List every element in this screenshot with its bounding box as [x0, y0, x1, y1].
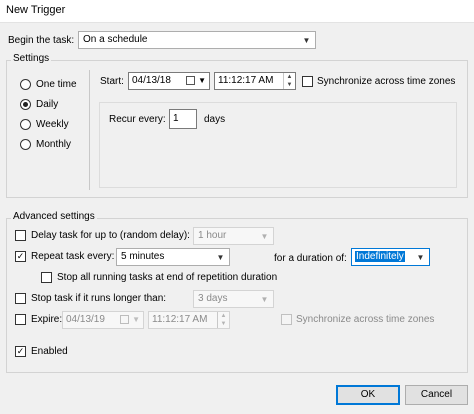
radio-daily-label[interactable]: Daily [36, 99, 58, 111]
title-bar: New Trigger [0, 0, 474, 23]
duration-select[interactable]: Indefinitely ▼ [351, 248, 430, 266]
recur-unit: days [204, 114, 226, 125]
delay-label[interactable]: Delay task for up to (random delay): [31, 230, 190, 242]
delay-value: 1 hour [198, 230, 227, 241]
expire-sync-label[interactable]: Synchronize across time zones [296, 314, 434, 326]
calendar-icon [186, 76, 195, 85]
duration-value: Indefinitely [355, 251, 405, 262]
stop-running-label[interactable]: Stop all running tasks at end of repetit… [57, 272, 277, 284]
expire-date-picker[interactable]: 04/13/19 ▼ [62, 311, 144, 329]
stop-longer-checkbox[interactable] [15, 293, 26, 304]
start-label: Start: [100, 76, 124, 87]
chevron-down-icon: ▼ [302, 36, 311, 45]
delay-checkbox[interactable] [15, 230, 26, 241]
window-title: New Trigger [6, 4, 66, 16]
radio-daily[interactable] [20, 99, 31, 110]
radio-one-time-label[interactable]: One time [36, 79, 77, 91]
stop-longer-value: 3 days [198, 293, 228, 304]
expire-sync-checkbox[interactable] [281, 314, 292, 325]
spinner-icon[interactable]: ▲ ▼ [283, 73, 295, 89]
chevron-down-icon: ▼ [260, 295, 269, 304]
sync-timezones-checkbox[interactable] [302, 76, 313, 87]
start-date-value: 04/13/18 [132, 75, 171, 86]
spinner-icon[interactable]: ▲ ▼ [217, 312, 229, 328]
radio-one-time[interactable] [20, 79, 31, 90]
calendar-icon [120, 315, 129, 324]
stop-longer-label[interactable]: Stop task if it runs longer than: [31, 293, 166, 305]
sync-timezones-label[interactable]: Synchronize across time zones [317, 76, 455, 88]
chevron-down-icon: ▼ [260, 232, 269, 241]
recur-value: 1 [173, 113, 179, 124]
start-time-spinner[interactable]: 11:12:17 AM ▲ ▼ [214, 72, 296, 90]
radio-monthly-label[interactable]: Monthly [36, 139, 71, 151]
radio-weekly[interactable] [20, 119, 31, 130]
settings-title: Settings [11, 53, 52, 64]
expire-time-value: 11:12:17 AM [152, 314, 208, 325]
radio-weekly-label[interactable]: Weekly [36, 119, 69, 131]
repeat-value: 5 minutes [121, 251, 165, 262]
begin-task-label: Begin the task: [8, 35, 75, 46]
begin-task-value: On a schedule [83, 34, 148, 45]
expire-date-value: 04/13/19 [66, 314, 105, 325]
expire-label[interactable]: Expire: [31, 314, 62, 326]
repeat-checkbox[interactable]: ✓ [15, 251, 26, 262]
delay-select[interactable]: 1 hour ▼ [193, 227, 274, 245]
cancel-button[interactable]: Cancel [405, 385, 468, 405]
radio-monthly[interactable] [20, 139, 31, 150]
repeat-label[interactable]: Repeat task every: [31, 251, 114, 263]
stop-running-checkbox[interactable] [41, 272, 52, 283]
begin-task-select[interactable]: On a schedule ▼ [78, 31, 316, 49]
chevron-down-icon: ▼ [132, 315, 140, 324]
expire-checkbox[interactable] [15, 314, 26, 325]
chevron-down-icon: ▼ [416, 253, 425, 262]
recur-input[interactable]: 1 [169, 109, 197, 129]
ok-button[interactable]: OK [336, 385, 400, 405]
chevron-down-icon: ▼ [198, 76, 206, 85]
enabled-checkbox[interactable]: ✓ [15, 346, 26, 357]
duration-label: for a duration of: [274, 253, 347, 264]
stop-longer-select[interactable]: 3 days ▼ [193, 290, 274, 308]
repeat-select[interactable]: 5 minutes ▼ [116, 248, 230, 266]
chevron-down-icon: ▼ [216, 253, 225, 262]
enabled-label[interactable]: Enabled [31, 346, 68, 358]
advanced-title: Advanced settings [11, 211, 97, 222]
settings-divider [89, 70, 90, 190]
start-date-picker[interactable]: 04/13/18 ▼ [128, 72, 210, 90]
expire-time-spinner[interactable]: 11:12:17 AM ▲ ▼ [148, 311, 230, 329]
start-time-value: 11:12:17 AM [218, 75, 274, 86]
recur-label: Recur every: [109, 114, 166, 125]
